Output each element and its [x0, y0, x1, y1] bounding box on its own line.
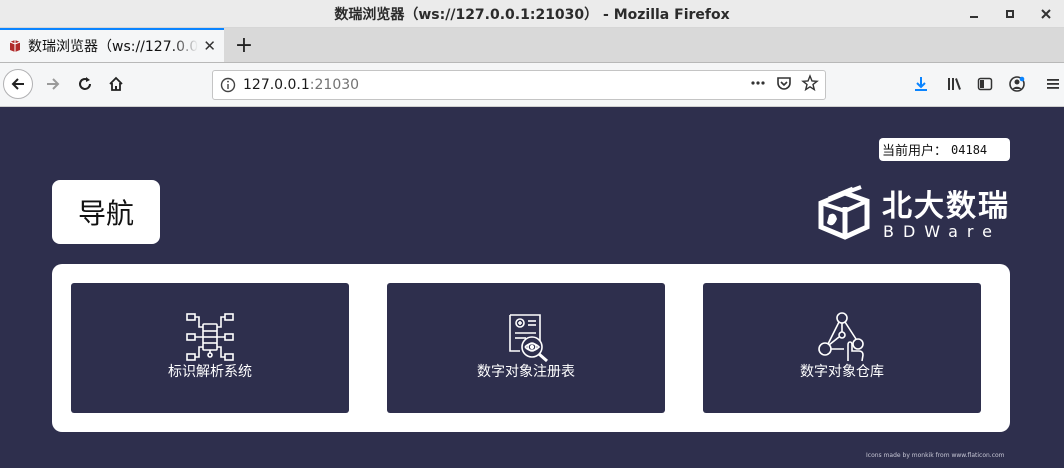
page-actions-icon[interactable] — [749, 74, 767, 96]
logo-en-text: BDWare — [883, 222, 1001, 241]
nav-toolbar: 127.0.0.1:21030 — [0, 63, 1064, 107]
menu-icon[interactable] — [1040, 71, 1064, 97]
bdware-logo-icon — [818, 185, 870, 240]
bookmark-star-icon[interactable] — [801, 74, 819, 96]
page-title-text: 导航 — [77, 197, 134, 230]
current-user-box: 当前用户： 04184 — [879, 138, 1010, 161]
current-user-value: 04184 — [951, 142, 988, 157]
home-icon[interactable] — [103, 71, 129, 97]
url-host: 127.0.0.1 — [243, 77, 310, 93]
icon-credit[interactable]: Icons made by monkik from www.flaticon.c… — [866, 452, 1005, 459]
window-title: 数瑞浏览器（ws://127.0.0.1:21030） - Mozilla Fi… — [334, 6, 730, 23]
network-tree-icon — [186, 313, 234, 361]
card-label: 数字对象仓库 — [800, 364, 884, 380]
library-icon[interactable] — [941, 71, 967, 97]
window-controls — [956, 0, 1064, 27]
card-digital-object-repository[interactable]: 数字对象仓库 — [703, 283, 981, 413]
maximize-icon[interactable] — [992, 0, 1028, 27]
favicon-icon — [9, 40, 21, 52]
page-content: 当前用户： 04184 导航 北大数瑞 BDWare 标识解析系统 数字对象注册… — [0, 107, 1064, 468]
tab-title: 数瑞浏览器（ws://127.0.0.1:21030） — [28, 39, 198, 55]
forward-icon[interactable] — [40, 71, 66, 97]
molecule-hand-icon — [818, 312, 864, 362]
tab-active[interactable]: 数瑞浏览器（ws://127.0.0.1:21030） ✕ — [0, 28, 224, 62]
download-icon[interactable] — [908, 71, 934, 97]
document-search-icon — [509, 314, 548, 363]
logo-cn-text: 北大数瑞 — [882, 189, 1010, 224]
sidebar-icon[interactable] — [972, 71, 998, 97]
bdware-logo: 北大数瑞 BDWare — [815, 179, 1015, 243]
window-titlebar: 数瑞浏览器（ws://127.0.0.1:21030） - Mozilla Fi… — [0, 0, 1064, 28]
reload-icon[interactable] — [72, 71, 98, 97]
current-user-label: 当前用户： — [882, 144, 948, 159]
url-bar[interactable]: 127.0.0.1:21030 — [212, 70, 826, 100]
pocket-icon[interactable] — [775, 74, 793, 96]
tab-close-icon[interactable]: ✕ — [203, 37, 216, 55]
close-icon[interactable] — [1028, 0, 1064, 27]
card-label: 标识解析系统 — [168, 364, 252, 380]
new-tab-icon[interactable]: + — [230, 31, 258, 59]
card-digital-object-registry[interactable]: 数字对象注册表 — [387, 283, 665, 413]
site-info-icon[interactable] — [213, 77, 243, 93]
url-port: :21030 — [309, 77, 360, 93]
back-icon[interactable] — [3, 69, 33, 99]
card-label: 数字对象注册表 — [477, 364, 575, 380]
page-title: 导航 — [52, 180, 160, 244]
minimize-icon[interactable] — [956, 0, 992, 27]
card-identifier-resolution[interactable]: 标识解析系统 — [71, 283, 349, 413]
account-icon[interactable] — [1004, 71, 1030, 97]
nav-panel: 标识解析系统 数字对象注册表 数字对象仓库 — [52, 264, 1010, 432]
tab-strip: 数瑞浏览器（ws://127.0.0.1:21030） ✕ + — [0, 28, 1064, 63]
